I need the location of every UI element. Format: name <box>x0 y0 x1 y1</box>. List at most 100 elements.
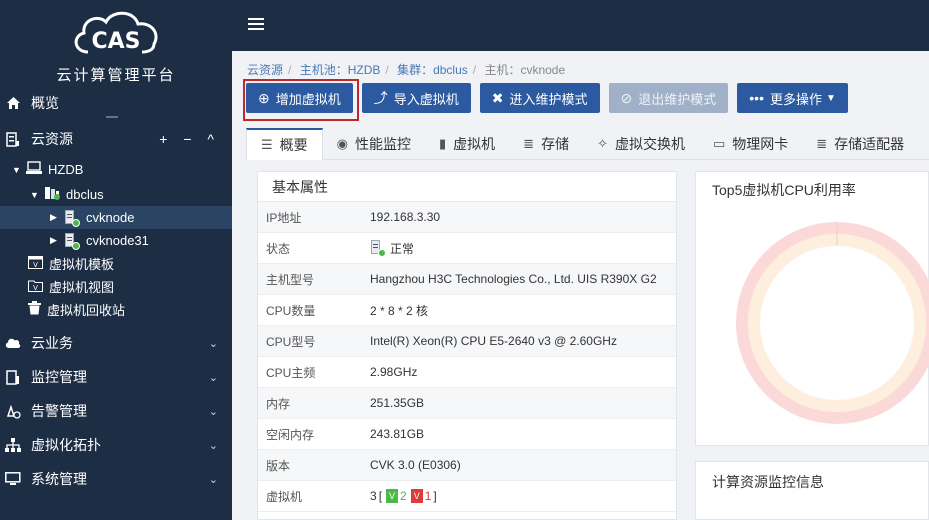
svg-text:CAS: CAS <box>91 29 140 54</box>
nav-label: 系统管理 <box>31 471 87 487</box>
nav-alarms[interactable]: 告警管理 ⌄ <box>0 394 232 428</box>
exit-maintenance-button[interactable]: ⊘ 退出维护模式 <box>608 83 729 113</box>
import-vm-button[interactable]: ⤴ 导入虚拟机 <box>361 83 471 113</box>
menu-toggle-icon[interactable] <box>248 18 264 30</box>
breadcrumb-item[interactable]: 集群：dbclus <box>397 63 468 77</box>
import-icon: ⤴ <box>373 90 388 106</box>
nav-label: 概览 <box>31 95 59 111</box>
sidebar: CAS 云计算管理平台 概览 云资源 + − ^ ▼ HZDB ▼ dbclus… <box>0 0 232 520</box>
home-icon <box>5 95 21 111</box>
tree-cluster[interactable]: ▼ dbclus <box>0 183 232 206</box>
caret-right-icon[interactable]: ▶ <box>50 235 64 246</box>
vm-running-icon: V <box>386 489 399 503</box>
app-title: 云计算管理平台 <box>56 67 176 84</box>
highlight-box <box>243 79 359 121</box>
chevron-down-icon: ⌄ <box>208 473 218 486</box>
breadcrumb-item[interactable]: 云资源 <box>247 63 283 77</box>
nav-monitoring[interactable]: 监控管理 ⌄ <box>0 360 232 394</box>
tree-vm-view[interactable]: V 虚拟机视图 <box>0 275 232 298</box>
panel-title: Top5虚拟机CPU利用率 <box>712 182 856 198</box>
nav-topology[interactable]: 虚拟化拓扑 ⌄ <box>0 428 232 462</box>
desktop-icon <box>5 471 21 487</box>
nav-label: 云业务 <box>31 335 73 351</box>
cpu-usage-panel: Top5虚拟机CPU利用率 <box>695 171 929 446</box>
tree-controls[interactable]: + − ^ <box>159 131 220 147</box>
caret-down-icon[interactable]: ▼ <box>12 165 26 175</box>
caret-down-icon[interactable]: ▼ <box>30 190 44 200</box>
tab-storage-adapter[interactable]: ≣ 存储适配器 <box>802 128 918 160</box>
nav-label: 云资源 <box>31 131 73 147</box>
chevron-down-icon: ⌄ <box>208 337 218 350</box>
tree-pool[interactable]: ▼ HZDB <box>0 156 232 183</box>
basic-properties-panel: 基本属性 IP地址 192.168.3.30 状态 正常 主机型号 Hangzhou … <box>257 171 677 520</box>
host-ok-icon <box>64 209 80 227</box>
tree-host-cvknode[interactable]: ▶ cvknode <box>0 206 232 229</box>
cloud-gear-icon <box>5 335 21 351</box>
chevron-down-icon: ⌄ <box>208 371 218 384</box>
property-row: 主机型号 Hangzhou H3C Technologies Co., Ltd. … <box>258 264 676 295</box>
tree-vm-recycle[interactable]: 虚拟机回收站 <box>0 298 232 321</box>
host-label: cvknode <box>86 210 135 225</box>
tab-nic[interactable]: ▭ 物理网卡 <box>699 128 802 160</box>
cas-cloud-logo-icon: CAS <box>74 11 158 54</box>
tab-storage[interactable]: ≣ 存储 <box>509 128 583 160</box>
property-row: CPU数量 2 * 8 * 2 核 <box>258 295 676 326</box>
chevron-down-icon: ⌄ <box>208 405 218 418</box>
vm-total: 3 <box>370 489 377 503</box>
panel-title: 计算资源监控信息 <box>712 474 824 490</box>
property-row: IP地址 192.168.3.30 <box>258 202 676 233</box>
nav-label: 虚拟化拓扑 <box>31 437 101 453</box>
breadcrumb-current: 主机：cvknode <box>484 63 566 77</box>
breadcrumb-item[interactable]: 主机池：HZDB <box>300 63 381 77</box>
nav-label: 告警管理 <box>31 403 87 419</box>
property-row: 虚拟机 3 [ V 2 V 1 ] <box>258 481 676 512</box>
tree-vm-templates[interactable]: V 虚拟机模板 <box>0 252 232 275</box>
server-icon <box>5 131 21 147</box>
property-row: 内存 251.35GB <box>258 388 676 419</box>
topology-icon <box>5 437 21 453</box>
main-content: 云资源 / 主机池：HZDB / 集群：dbclus / 主机：cvknode ⊕ 增加… <box>232 51 929 520</box>
caret-right-icon[interactable]: ▶ <box>50 212 64 223</box>
nav-label: 监控管理 <box>31 369 87 385</box>
ban-icon: ⊘ <box>620 89 633 106</box>
tab-overview[interactable]: ☰ 概要 <box>246 128 323 160</box>
nav-cloud-resources[interactable]: 云资源 + − ^ <box>0 122 232 156</box>
nav-system[interactable]: 系统管理 ⌄ <box>0 462 232 496</box>
cluster-label: dbclus <box>66 187 104 202</box>
divider <box>106 116 118 118</box>
property-list: IP地址 192.168.3.30 状态 正常 主机型号 Hangzhou H3C T… <box>258 202 676 512</box>
top-bar <box>232 0 929 51</box>
nav-cloud-business[interactable]: 云业务 ⌄ <box>0 326 232 360</box>
template-icon: V <box>28 255 43 272</box>
cpu-donut-chart <box>736 222 929 424</box>
more-actions-button[interactable]: ••• 更多操作 ▼ <box>737 83 848 113</box>
nav-overview[interactable]: 概览 <box>0 88 232 118</box>
breadcrumb: 云资源 / 主机池：HZDB / 集群：dbclus / 主机：cvknode <box>247 63 566 77</box>
svg-text:V: V <box>33 261 38 269</box>
database-icon: ≣ <box>816 136 828 151</box>
chevron-down-icon: ⌄ <box>208 439 218 452</box>
tab-performance[interactable]: ◉ 性能监控 <box>323 128 425 160</box>
panel-title: 基本属性 <box>258 172 676 202</box>
svg-text:V: V <box>33 284 38 292</box>
property-row: 版本 CVK 3.0 (E0306) <box>258 450 676 481</box>
compute-monitor-panel: 计算资源监控信息 <box>695 461 929 520</box>
cluster-icon <box>44 186 60 203</box>
tab-vms[interactable]: ▮ 虚拟机 <box>425 128 509 160</box>
alarm-icon <box>5 403 21 419</box>
tree-host-cvknode31[interactable]: ▶ cvknode31 <box>0 229 232 252</box>
tools-icon: ✖ <box>491 89 504 106</box>
host-pool-icon <box>26 161 42 178</box>
nic-icon: ▭ <box>712 136 726 151</box>
tree-label: 虚拟机视图 <box>49 280 115 295</box>
tree-label: 虚拟机模板 <box>49 257 115 272</box>
switch-icon: ✧ <box>597 136 608 151</box>
tab-vswitch[interactable]: ✧ 虚拟交换机 <box>583 128 699 160</box>
property-row: 状态 正常 <box>258 233 676 264</box>
vm-stopped-count[interactable]: 1 <box>425 489 432 503</box>
property-row: 空闲内存 243.81GB <box>258 419 676 450</box>
enter-maintenance-button[interactable]: ✖ 进入维护模式 <box>479 83 600 113</box>
vm-running-count[interactable]: 2 <box>400 489 407 503</box>
property-row: CPU型号 Intel(R) Xeon(R) CPU E5-2640 v3 @ 2… <box>258 326 676 357</box>
host-ok-icon <box>64 232 80 250</box>
